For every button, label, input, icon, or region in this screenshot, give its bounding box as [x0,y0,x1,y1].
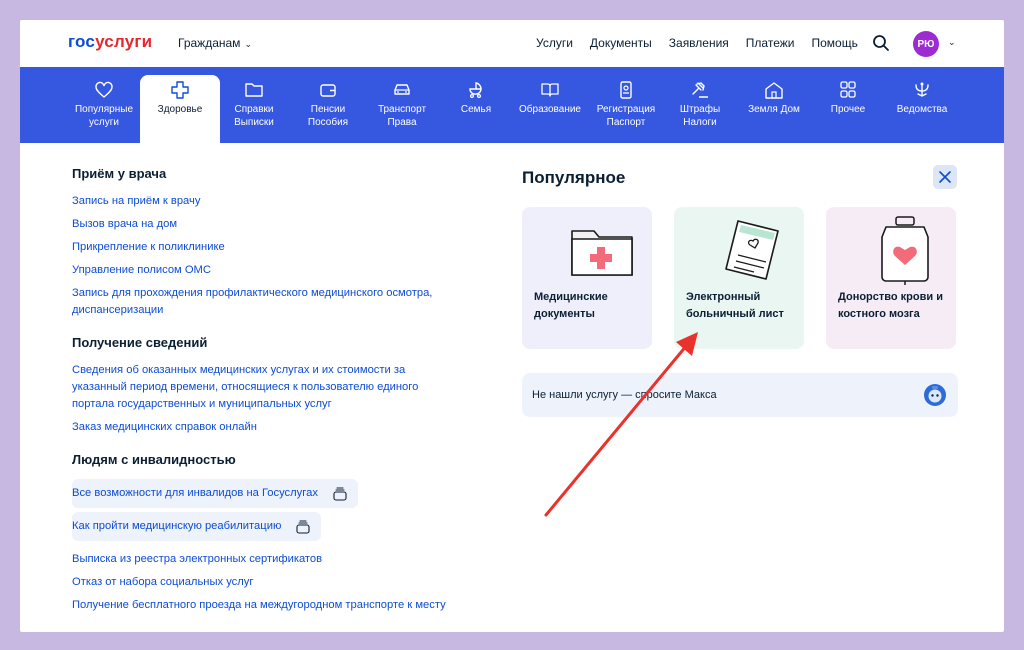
category-label: Справки Выписки [234,104,274,128]
passport-icon [620,81,632,99]
role-label: Гражданам [178,36,241,50]
service-link[interactable]: Все возможности для инвалидов на Госуслу… [72,485,318,502]
category-label: Прочее [830,104,866,115]
ask-max-text: Не нашли услугу — спросите Макса [532,389,717,401]
top-nav: Услуги Документы Заявления Платежи Помощ… [536,36,875,50]
service-link[interactable]: Как пройти медицинскую реабилитацию [72,518,281,535]
service-link[interactable]: Запись для прохождения профилактического… [72,285,457,319]
stack-icon [296,519,310,534]
service-link[interactable]: Отказ от набора социальных услуг [72,574,472,591]
section-title: Получение сведений [72,335,208,350]
category-other[interactable]: Прочее [808,75,888,143]
robot-assistant-icon [924,384,946,406]
card-medical-documents[interactable]: Медицинские документы [522,207,652,349]
category-label: Земля Дом [748,104,800,115]
card-sick-leave[interactable]: Электронный больничный лист [674,207,804,349]
category-label: Регистрация Паспорт [596,104,656,128]
service-link[interactable]: Вызов врача на дом [72,216,472,233]
emblem-icon [915,82,929,97]
chevron-down-icon: ⌄ [244,39,252,49]
card-title: Медицинские документы [534,291,608,320]
service-link[interactable]: Управление полисом ОМС [72,262,472,279]
nav-services[interactable]: Услуги [536,36,573,50]
category-label: Пенсии Пособия [307,104,349,128]
category-popular[interactable]: Популярные услуги [64,75,144,143]
section-doctor: Приём у врача Запись на приём к врачу Вы… [72,166,472,319]
stack-icon [333,486,347,501]
service-link[interactable]: Заказ медицинских справок онлайн [72,419,472,436]
gosuslugi-logo[interactable]: госуслуги [68,32,152,52]
service-link[interactable]: Прикрепление к поликлинике [72,239,472,256]
category-label: Образование [519,104,581,115]
category-registration[interactable]: Регистрация Паспорт [586,75,666,143]
category-transport[interactable]: Транспорт Права [362,75,442,143]
top-header: госуслуги Гражданам ⌄ Услуги Документы За… [20,20,1004,68]
browser-page: госуслуги Гражданам ⌄ Услуги Документы За… [20,20,1004,632]
sick-leave-icon [725,220,779,280]
section-disability: Людям с инвалидностью Все возможности дл… [72,452,472,614]
category-pensions[interactable]: Пенсии Пособия [288,75,368,143]
category-label: Здоровье [157,104,203,115]
close-icon [939,171,951,183]
info-pill[interactable]: Как пройти медицинскую реабилитацию [72,512,322,541]
health-services-list: Приём у врача Запись на приём к врачу Вы… [72,166,472,630]
nav-documents[interactable]: Документы [590,36,652,50]
chevron-down-icon[interactable]: ⌄ [948,37,956,48]
category-bar: Популярные услуги Здоровье Справки Выписки… [20,67,1004,143]
close-button[interactable] [933,165,957,189]
card-title: Донорство крови и костного мозга [838,291,943,320]
search-icon[interactable] [872,34,890,52]
category-label: Ведомства [896,104,948,115]
category-label: Транспорт Права [377,104,427,128]
service-link[interactable]: Получение бесплатного проезда на междуго… [72,597,472,614]
book-icon [541,83,559,97]
nav-applications[interactable]: Заявления [669,36,729,50]
category-label: Штрафы Налоги [679,104,721,128]
medical-folder-icon [571,230,633,276]
info-pill[interactable]: Все возможности для инвалидов на Госуслу… [72,479,358,508]
grid-icon [840,81,856,98]
category-health[interactable]: Здоровье [140,75,220,143]
section-title: Приём у врача [72,166,167,181]
blood-bag-icon [881,216,929,285]
category-fines[interactable]: Штрафы Налоги [660,75,740,143]
category-agencies[interactable]: Ведомства [882,75,962,143]
service-link[interactable]: Выписка из реестра электронных сертифика… [72,551,472,568]
car-icon [394,84,410,95]
popular-title: Популярное [522,168,626,187]
category-education[interactable]: Образование [510,75,590,143]
role-selector[interactable]: Гражданам ⌄ [178,36,252,50]
category-label: Семья [460,104,492,115]
category-certificates[interactable]: Справки Выписки [214,75,294,143]
house-icon [765,82,783,99]
category-family[interactable]: Семья [436,75,516,143]
section-title: Людям с инвалидностью [72,452,236,467]
nav-payments[interactable]: Платежи [746,36,795,50]
heart-icon [95,81,113,98]
card-title: Электронный больничный лист [686,291,784,320]
category-label: Популярные услуги [74,104,134,128]
section-info: Получение сведений Сведения об оказанных… [72,335,472,436]
medical-cross-icon [171,81,189,99]
wallet-icon [320,84,336,97]
card-blood-donation[interactable]: Донорство крови и костного мозга [826,207,956,349]
nav-help[interactable]: Помощь [811,36,857,50]
service-link[interactable]: Запись на приём к врачу [72,193,472,210]
category-land[interactable]: Земля Дом [734,75,814,143]
ask-max-bar[interactable]: Не нашли услугу — спросите Макса [522,373,958,417]
stroller-icon [469,82,482,99]
avatar[interactable]: РЮ [913,31,939,57]
gavel-icon [692,82,708,98]
service-link[interactable]: Сведения об оказанных медицинских услуга… [72,362,442,413]
folder-icon [245,83,263,97]
